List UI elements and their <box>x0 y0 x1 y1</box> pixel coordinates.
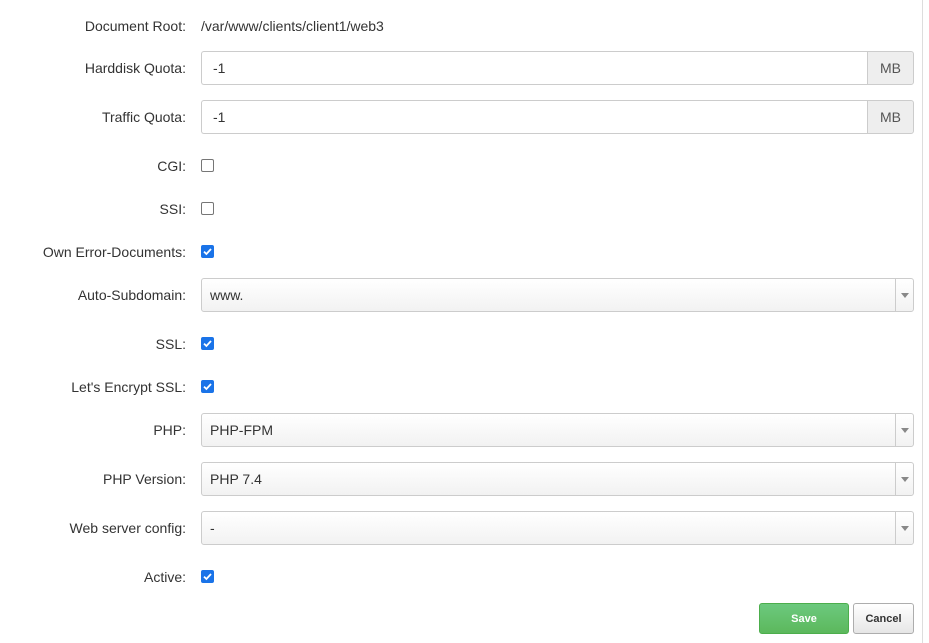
document-root-label: Document Root: <box>84 18 186 34</box>
auto-subdomain-select[interactable]: www. <box>201 278 914 312</box>
ssl-label: SSL: <box>155 336 186 352</box>
checkmark-icon <box>203 383 212 391</box>
harddisk-quota-input[interactable] <box>201 51 867 85</box>
harddisk-quota-group: MB <box>201 51 914 85</box>
web-domain-options-form: Document Root: /var/www/clients/client1/… <box>0 0 929 643</box>
save-button[interactable]: Save <box>759 603 849 634</box>
php-label: PHP: <box>153 422 186 438</box>
ssi-label: SSI: <box>159 201 186 217</box>
ssl-checkbox[interactable] <box>201 337 214 350</box>
checkmark-icon <box>203 573 212 581</box>
php-version-label: PHP Version: <box>102 471 186 487</box>
active-label: Active: <box>143 569 186 585</box>
web-server-config-selected: - <box>210 520 215 536</box>
traffic-quota-label: Traffic Quota: <box>101 109 186 125</box>
checkmark-icon <box>203 340 212 348</box>
cancel-button[interactable]: Cancel <box>853 603 914 634</box>
traffic-quota-unit: MB <box>867 100 914 134</box>
web-server-config-select[interactable]: - <box>201 511 914 545</box>
php-version-selected: PHP 7.4 <box>210 471 262 487</box>
active-checkbox[interactable] <box>201 570 214 583</box>
harddisk-quota-label: Harddisk Quota: <box>84 60 186 76</box>
cgi-label: CGI: <box>157 158 186 174</box>
own-error-documents-label: Own Error-Documents: <box>42 244 186 260</box>
chevron-down-icon <box>895 463 913 495</box>
chevron-down-icon <box>895 279 913 311</box>
auto-subdomain-selected: www. <box>210 287 244 303</box>
ssi-checkbox[interactable] <box>201 202 214 215</box>
auto-subdomain-label: Auto-Subdomain: <box>77 287 186 303</box>
own-error-documents-checkbox[interactable] <box>201 245 214 258</box>
traffic-quota-input[interactable] <box>201 100 867 134</box>
web-server-config-label: Web server config: <box>69 520 186 536</box>
document-root-value: /var/www/clients/client1/web3 <box>201 18 384 34</box>
checkmark-icon <box>203 248 212 256</box>
lets-encrypt-ssl-label: Let's Encrypt SSL: <box>71 379 186 395</box>
harddisk-quota-unit: MB <box>867 51 914 85</box>
php-select[interactable]: PHP-FPM <box>201 413 914 447</box>
chevron-down-icon <box>895 414 913 446</box>
php-selected: PHP-FPM <box>210 422 273 438</box>
panel-right-border <box>922 0 923 643</box>
cgi-checkbox[interactable] <box>201 159 214 172</box>
php-version-select[interactable]: PHP 7.4 <box>201 462 914 496</box>
chevron-down-icon <box>895 512 913 544</box>
lets-encrypt-ssl-checkbox[interactable] <box>201 380 214 393</box>
traffic-quota-group: MB <box>201 100 914 134</box>
